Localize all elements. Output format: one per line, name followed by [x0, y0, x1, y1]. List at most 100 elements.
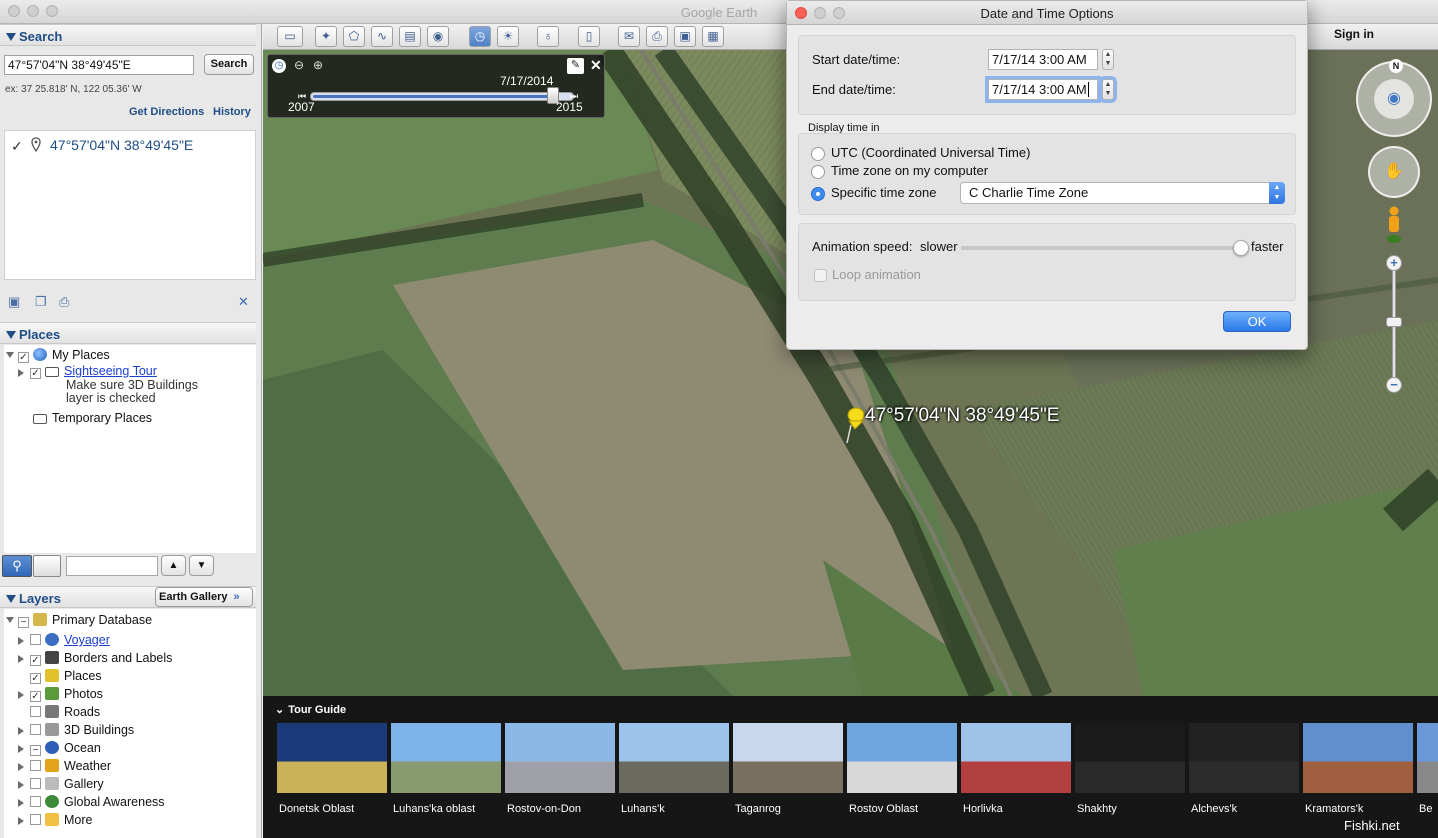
historical-imagery-button[interactable]: ◷ [469, 26, 491, 47]
add-placemark-button[interactable]: ✦ [315, 26, 337, 47]
layer-item[interactable]: − Ocean [30, 741, 101, 756]
checkbox[interactable] [18, 412, 29, 423]
ruler-button[interactable]: ▯ [578, 26, 600, 47]
places-panel-header[interactable]: Places [0, 322, 256, 344]
tour-thumbnail[interactable] [1075, 723, 1185, 793]
tour-item-label[interactable]: Luhans'ka oblast [393, 803, 475, 815]
tour-thumbnail[interactable] [733, 723, 843, 793]
search-result-item[interactable]: 47°57'04"N 38°49'45"E [50, 137, 193, 153]
clear-search-icon[interactable]: ✕ [238, 294, 249, 310]
layer-item[interactable]: Gallery [30, 777, 104, 791]
add-image-overlay-button[interactable]: ▤ [399, 26, 421, 47]
layer-item[interactable]: ✓ Borders and Labels [30, 651, 172, 666]
look-control[interactable]: N ◉ [1356, 59, 1432, 137]
tour-thumbnail[interactable] [1189, 723, 1299, 793]
expand-tour-icon[interactable] [18, 369, 24, 377]
layer-item[interactable]: ✓ Places [30, 669, 102, 684]
tour-item-label[interactable]: Rostov-on-Don [507, 803, 581, 815]
checkbox[interactable]: ✓ [30, 368, 41, 379]
tour-item-label[interactable]: Alchevs'k [1191, 803, 1237, 815]
tour-thumbnail[interactable] [1417, 723, 1438, 793]
add-path-button[interactable]: ∿ [371, 26, 393, 47]
expand-layer-icon[interactable] [18, 727, 24, 735]
end-date-stepper[interactable]: ▲ ▼ [1099, 76, 1117, 103]
layer-checkbox[interactable]: ✓ [30, 655, 41, 666]
sightseeing-tour-link[interactable]: Sightseeing Tour [64, 364, 157, 378]
save-image-button[interactable]: ▣ [674, 26, 696, 47]
compass-north[interactable]: N [1389, 59, 1403, 73]
expand-layer-icon[interactable] [18, 655, 24, 663]
street-view-pegman-icon[interactable] [1386, 206, 1402, 244]
start-date-field[interactable]: 7/17/14 3:00 AM [988, 49, 1098, 70]
tour-item-label[interactable]: Shakhty [1077, 803, 1117, 815]
dialog-close-button[interactable] [795, 7, 807, 19]
utc-radio[interactable] [811, 147, 825, 161]
sunlight-button[interactable]: ☀ [497, 26, 519, 47]
layer-item[interactable]: Global Awareness [30, 795, 165, 809]
layer-label[interactable]: Voyager [64, 633, 110, 647]
toggle-sidebar-button[interactable]: ▭ [277, 26, 303, 47]
move-control[interactable]: ✋ [1368, 146, 1420, 198]
start-date-stepper[interactable]: ▲ ▼ [1102, 49, 1114, 70]
tree-item-temporary-places[interactable]: Temporary Places [18, 411, 152, 425]
dialog-minimize-button[interactable] [814, 7, 826, 19]
layer-item[interactable]: Voyager [30, 633, 110, 647]
search-panel-header[interactable]: Search [0, 24, 256, 46]
add-folder-icon[interactable]: ▣ [8, 294, 20, 310]
look-joystick-eye-icon[interactable]: ◉ [1374, 79, 1414, 119]
local-time-radio[interactable] [811, 165, 825, 179]
close-slider-icon[interactable]: ✕ [590, 57, 602, 74]
places-filter-input[interactable] [66, 556, 158, 576]
switch-planet-button[interactable]: ♁ [537, 26, 559, 47]
expand-layer-icon[interactable] [18, 745, 24, 753]
copy-icon[interactable]: ❐ [35, 294, 47, 310]
layer-item[interactable]: Roads [30, 705, 100, 719]
clock-icon[interactable]: ◷ [272, 59, 286, 73]
earth-gallery-button[interactable]: Earth Gallery » [155, 587, 253, 607]
view-toggle-button[interactable] [33, 555, 61, 577]
search-button[interactable]: Search [204, 54, 254, 75]
expand-layer-icon[interactable] [18, 637, 24, 645]
tree-item-my-places[interactable]: ✓ My Places [18, 348, 110, 363]
layer-checkbox[interactable]: ✓ [30, 673, 41, 684]
tree-item-sightseeing-tour[interactable]: ✓ Sightseeing Tour [30, 364, 157, 379]
history-link[interactable]: History [213, 106, 251, 118]
tour-thumbnail[interactable] [1303, 723, 1413, 793]
time-track[interactable] [310, 92, 574, 101]
tour-item-label[interactable]: Horlivka [963, 803, 1003, 815]
expand-layer-icon[interactable] [18, 691, 24, 699]
zoom-out-time-icon[interactable]: ⊖ [294, 58, 304, 72]
tour-thumbnail[interactable] [847, 723, 957, 793]
hand-icon[interactable]: ✋ [1370, 148, 1418, 196]
expand-layer-icon[interactable] [18, 817, 24, 825]
layer-checkbox[interactable] [30, 760, 41, 771]
tour-thumbnail[interactable] [391, 723, 501, 793]
dialog-zoom-button[interactable] [833, 7, 845, 19]
layer-checkbox[interactable]: − [18, 617, 29, 628]
search-input[interactable]: 47°57'04"N 38°49'45"E [4, 55, 194, 75]
zoom-slider-thumb[interactable] [1386, 317, 1402, 327]
tour-item-label[interactable]: Taganrog [735, 803, 781, 815]
expand-layer-icon[interactable] [6, 617, 14, 623]
search-places-button[interactable]: ⚲ [2, 555, 32, 577]
tour-thumbnail[interactable] [277, 723, 387, 793]
sign-in-button[interactable]: Sign in [1318, 27, 1390, 41]
animation-speed-thumb[interactable] [1233, 240, 1249, 256]
tour-thumbnail[interactable] [505, 723, 615, 793]
layer-checkbox[interactable] [30, 724, 41, 735]
get-directions-link[interactable]: Get Directions [129, 106, 204, 118]
print-button[interactable]: ⎙ [646, 26, 668, 47]
zoom-out-button[interactable]: − [1386, 377, 1402, 393]
add-polygon-button[interactable]: ⬠ [343, 26, 365, 47]
record-tour-button[interactable]: ◉ [427, 26, 449, 47]
time-zone-select[interactable]: C Charlie Time Zone ▲ ▼ [960, 182, 1285, 204]
layer-checkbox[interactable] [30, 814, 41, 825]
layer-checkbox[interactable]: − [30, 745, 41, 756]
animation-speed-track[interactable] [961, 246, 1247, 250]
expand-layer-icon[interactable] [18, 799, 24, 807]
layer-item[interactable]: ✓ Photos [30, 687, 103, 702]
layer-checkbox[interactable] [30, 706, 41, 717]
tour-item-label[interactable]: Donetsk Oblast [279, 803, 354, 815]
ok-button[interactable]: OK [1223, 311, 1291, 332]
layer-item[interactable]: Weather [30, 759, 111, 773]
